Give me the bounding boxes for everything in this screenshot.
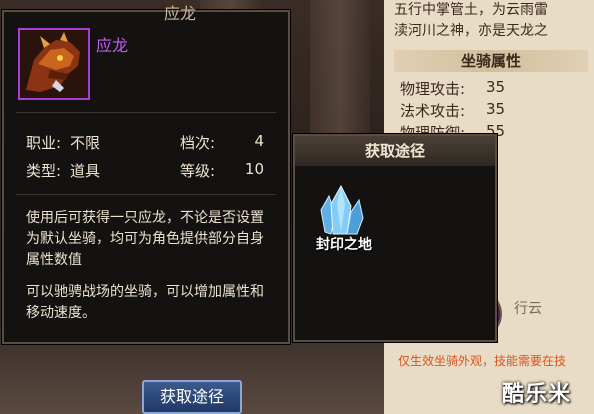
skill-name: 行云 xyxy=(514,301,542,317)
attribute-row: 物理攻击: 35 xyxy=(400,78,505,99)
mount-attributes-title: 坐骑属性 xyxy=(394,50,588,72)
level-label: 等级: xyxy=(180,162,216,180)
mount-lore: 五行中掌管土，为云雨雷 渎河川之神，亦是天龙之 xyxy=(394,0,594,42)
divider xyxy=(16,194,276,195)
type-value: 道具 xyxy=(70,162,101,180)
attribute-value: 35 xyxy=(486,78,506,96)
item-description: 使用后可获得一只应龙，不论是否设置为默认坐骑，均可为角色提供部分自身属性数值 xyxy=(26,210,264,268)
attribute-label: 法术攻击: xyxy=(400,102,466,120)
item-name: 应龙 xyxy=(96,36,129,55)
profession-label: 职业: xyxy=(26,134,62,152)
item-description-extra: 可以驰骋战场的坐骑，可以增加属性和移动速度。 xyxy=(26,284,264,321)
obtain-source-popup: 获取途径 封印之地 xyxy=(293,134,497,342)
source-entry-sealed-land[interactable]: 封印之地 xyxy=(299,180,389,270)
crystal-icon xyxy=(317,184,367,236)
obtain-source-title: 获取途径 xyxy=(295,136,495,166)
type-label: 类型: xyxy=(26,162,62,180)
obtain-source-button[interactable]: 获取途径 xyxy=(142,380,242,414)
window-title-fragment: 应龙 xyxy=(164,4,197,23)
divider xyxy=(16,112,276,113)
source-label: 封印之地 xyxy=(316,237,372,253)
lore-line: 渎河川之神，亦是天龙之 xyxy=(394,23,548,39)
item-tooltip: 应龙 应龙 职业: 不限 档次: 4 类型: 道具 等级: 10 使用后可获得一… xyxy=(2,4,290,344)
profession-value: 不限 xyxy=(70,134,101,152)
tier-value: 4 xyxy=(254,132,264,150)
attribute-label: 物理攻击: xyxy=(400,80,466,98)
attribute-row: 法术攻击: 35 xyxy=(400,100,505,121)
lore-line: 五行中掌管土，为云雨雷 xyxy=(394,2,548,18)
level-value: 10 xyxy=(244,160,264,178)
tier-label: 档次: xyxy=(180,134,216,152)
site-watermark: 酷乐米 xyxy=(502,382,572,407)
mount-note: 仅生效坐骑外观，技能需要在技 xyxy=(398,354,567,368)
dragon-mount-icon xyxy=(18,28,90,100)
attribute-value: 35 xyxy=(486,100,506,118)
